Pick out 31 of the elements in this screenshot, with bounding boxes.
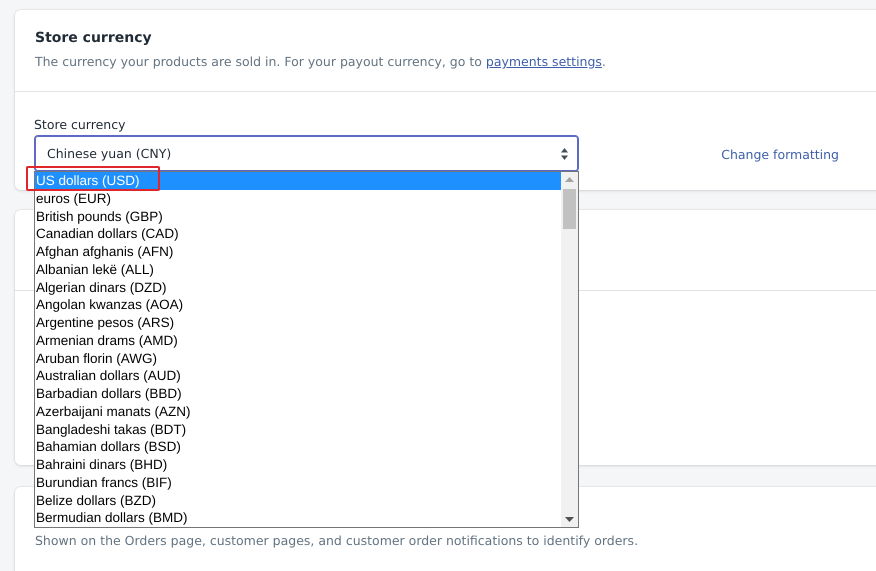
change-formatting-link[interactable]: Change formatting bbox=[721, 145, 839, 162]
currency-option[interactable]: Albanian lekë (ALL) bbox=[35, 260, 561, 278]
currency-option[interactable]: Australian dollars (AUD) bbox=[35, 367, 561, 385]
currency-option[interactable]: Algerian dinars (DZD) bbox=[35, 278, 561, 296]
currency-option[interactable]: Bahraini dinars (BHD) bbox=[35, 456, 561, 474]
currency-option[interactable]: Canadian dollars (CAD) bbox=[35, 225, 561, 243]
currency-option[interactable]: Argentine pesos (ARS) bbox=[35, 314, 561, 332]
currency-option[interactable]: Angolan kwanzas (AOA) bbox=[35, 296, 561, 314]
scrollbar-thumb[interactable] bbox=[563, 189, 576, 229]
currency-option[interactable]: Barbadian dollars (BBD) bbox=[35, 385, 561, 403]
card-title: Store currency bbox=[35, 29, 153, 47]
currency-option[interactable]: euros (EUR) bbox=[35, 190, 561, 208]
scrollbar[interactable] bbox=[561, 172, 578, 527]
currency-select[interactable]: Chinese yuan (CNY) bbox=[34, 135, 579, 172]
currency-option[interactable]: Azerbaijani manats (AZN) bbox=[35, 402, 561, 420]
select-arrows-icon bbox=[561, 148, 568, 160]
scroll-up-icon[interactable] bbox=[565, 177, 574, 182]
currency-option[interactable]: Bangladeshi takas (BDT) bbox=[35, 420, 561, 438]
currency-option[interactable]: Burundian francs (BIF) bbox=[35, 474, 561, 492]
currency-option[interactable]: Bahamian dollars (BSD) bbox=[35, 438, 561, 456]
currency-option[interactable]: Afghan afghanis (AFN) bbox=[35, 243, 561, 261]
scroll-down-icon[interactable] bbox=[565, 517, 574, 522]
payments-settings-link[interactable]: payments settings bbox=[486, 54, 602, 69]
currency-option[interactable]: Aruban florin (AWG) bbox=[35, 350, 561, 368]
currency-option[interactable]: Armenian drams (AMD) bbox=[35, 332, 561, 350]
currency-option[interactable]: British pounds (GBP) bbox=[35, 208, 561, 226]
currency-option[interactable]: Bermudian dollars (BMD) bbox=[35, 509, 561, 527]
currency-option[interactable]: Belize dollars (BZD) bbox=[35, 492, 561, 510]
field-label: Store currency bbox=[34, 117, 126, 133]
order-id-description: Shown on the Orders page, customer pages, and customer order notifications to identify orders. bbox=[35, 533, 638, 548]
card-description: The currency your products are sold in. For your payout currency, go to payments settings. bbox=[35, 54, 607, 70]
